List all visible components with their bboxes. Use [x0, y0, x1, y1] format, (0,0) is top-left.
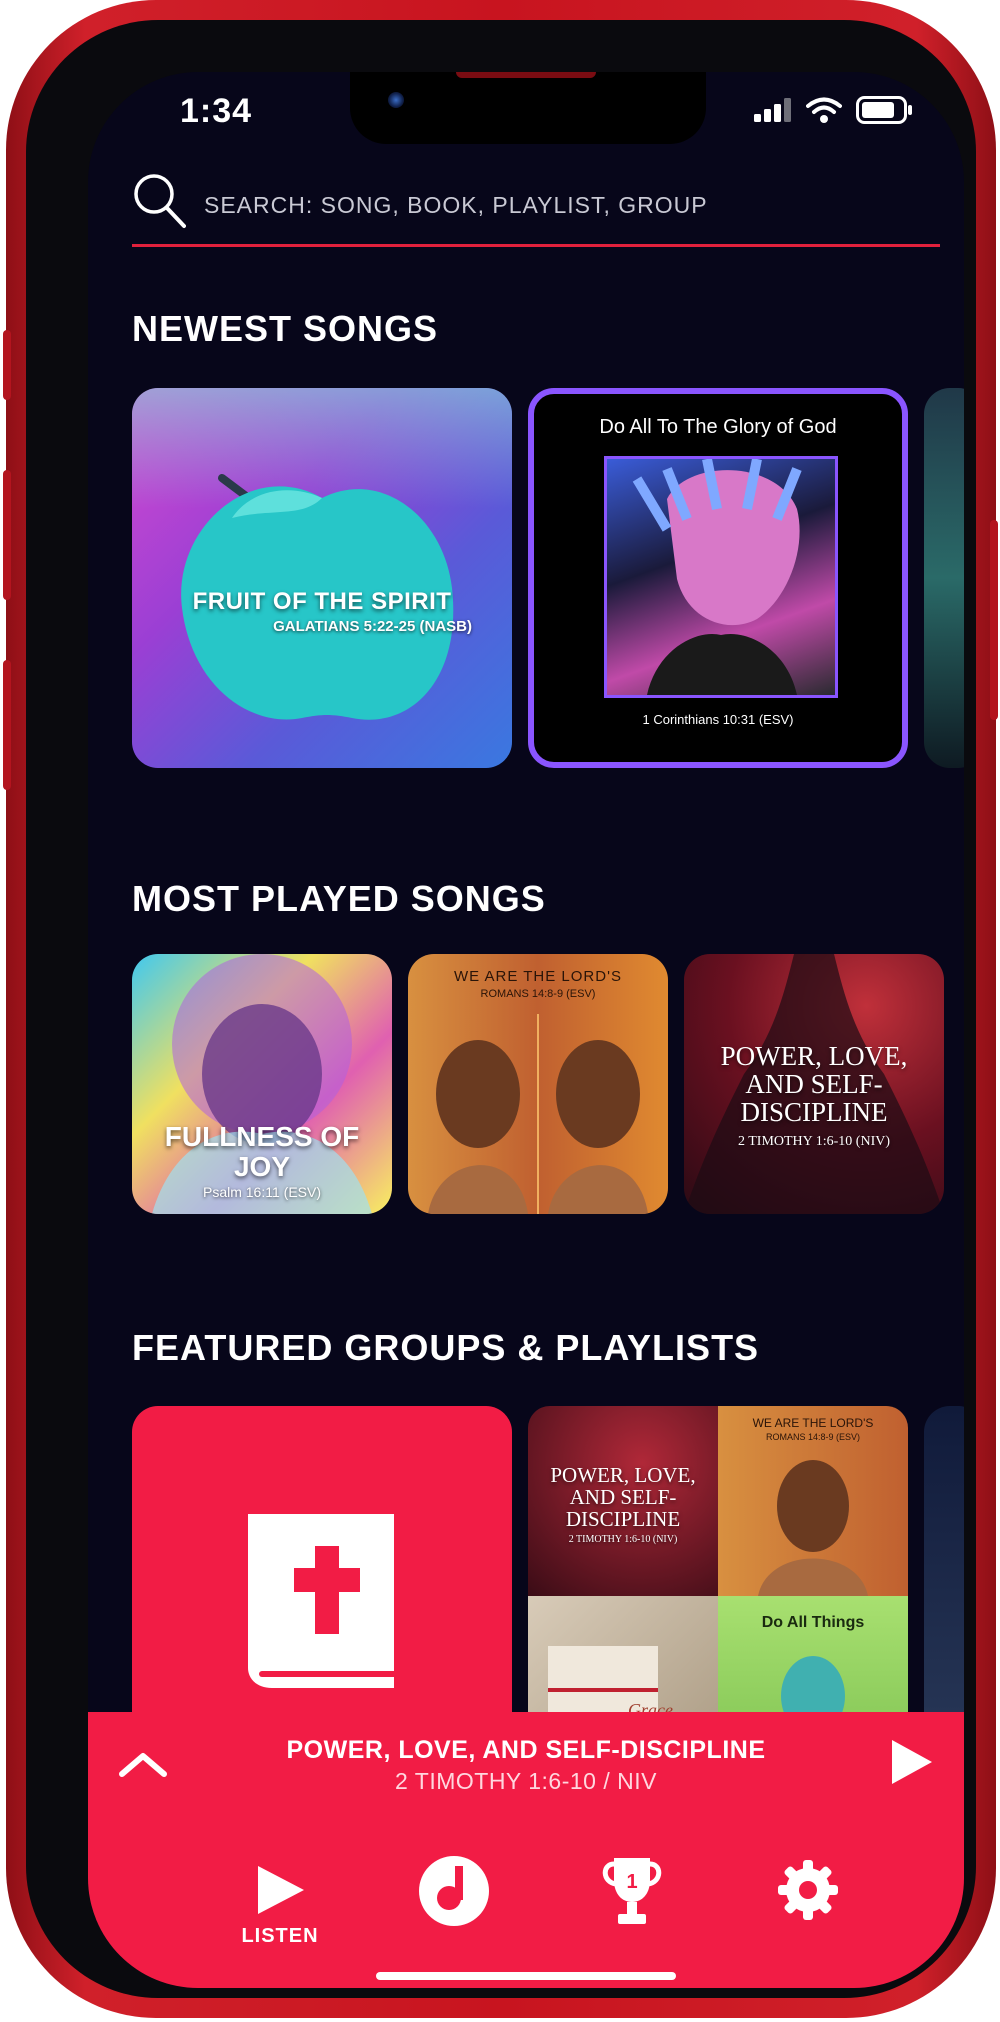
status-time: 1:34 [180, 92, 253, 130]
screen: 1:34 SEARCH: SONG, BOOK, PLAYLIST, GROUP… [88, 72, 964, 1988]
gear-icon [778, 1860, 838, 1920]
wifi-icon [806, 97, 842, 123]
portrait-art [758, 1460, 868, 1596]
now-playing-bar[interactable]: POWER, LOVE, AND SELF-DISCIPLINE 2 TIMOT… [88, 1712, 964, 1988]
phone-frame: 1:34 SEARCH: SONG, BOOK, PLAYLIST, GROUP… [3, 0, 998, 2018]
tab-label: LISTEN [241, 1925, 319, 1947]
music-note-icon [419, 1856, 489, 1926]
song-card[interactable]: FRUIT OF THE SPIRIT GALATIANS 5:22-25 (N… [132, 388, 512, 768]
play-icon[interactable] [890, 1738, 934, 1786]
svg-text:1: 1 [626, 1871, 637, 1893]
portrait-art [632, 458, 802, 695]
card-title: FRUIT OF THE SPIRIT [192, 588, 452, 615]
mute-switch [3, 330, 11, 400]
volume-up-button [3, 470, 11, 600]
battery-icon [856, 96, 912, 124]
card-title: WE ARE THE LORD'S [454, 968, 622, 985]
search-input[interactable]: SEARCH: SONG, BOOK, PLAYLIST, GROUP [204, 192, 708, 219]
card-title: POWER, LOVE, AND SELF-DISCIPLINE [720, 1041, 908, 1127]
bezel: 1:34 SEARCH: SONG, BOOK, PLAYLIST, GROUP… [26, 20, 976, 1998]
search-bar[interactable]: SEARCH: SONG, BOOK, PLAYLIST, GROUP [132, 170, 940, 247]
tile-title: Do All Things [761, 1614, 865, 1631]
card-title: Do All To The Glory of God [599, 416, 837, 438]
tab-music[interactable] [394, 1854, 514, 1933]
section-title-newest: NEWEST SONGS [132, 308, 439, 349]
playlist-tile: POWER, LOVE, AND SELF-DISCIPLINE 2 TIMOT… [528, 1406, 718, 1596]
card-art [604, 456, 838, 698]
playlist-tile: WE ARE THE LORD'S ROMANS 14:8-9 (ESV) [718, 1406, 908, 1596]
card-title: FULLNESS OF JOY [164, 1121, 360, 1182]
now-playing-title: POWER, LOVE, AND SELF-DISCIPLINE [286, 1736, 766, 1764]
card-reference: 1 Corinthians 10:31 (ESV) [642, 712, 794, 727]
section-title-featured: FEATURED GROUPS & PLAYLISTS [132, 1327, 760, 1368]
now-playing-subtitle: 2 TIMOTHY 1:6-10 / NIV [395, 1768, 657, 1794]
power-button [990, 520, 998, 720]
search-icon [134, 174, 186, 228]
song-card[interactable]: Do All To The Glory of God 1 Corinthians… [528, 388, 908, 768]
tab-trophy[interactable]: 1 [572, 1854, 692, 1933]
apple-art [181, 474, 454, 720]
home-indicator[interactable] [376, 1972, 676, 1980]
tile-reference: 2 TIMOTHY 1:6-10 (NIV) [568, 1534, 678, 1545]
play-icon [258, 1866, 304, 1914]
tile-title: POWER, LOVE, AND SELF-DISCIPLINE [550, 1463, 696, 1531]
volume-down-button [3, 660, 11, 790]
status-icons [754, 96, 914, 124]
camera [388, 92, 404, 108]
card-reference: ROMANS 14:8-9 (ESV) [480, 988, 596, 1000]
earpiece [456, 72, 596, 78]
card-reference: GALATIANS 5:22-25 (NASB) [273, 618, 472, 635]
song-card-partial[interactable] [924, 388, 964, 768]
song-card[interactable]: WE ARE THE LORD'S ROMANS 14:8-9 (ESV) [408, 954, 668, 1214]
section-title-most-played: MOST PLAYED SONGS [132, 878, 546, 919]
tab-listen[interactable]: LISTEN [220, 1862, 340, 1948]
card-reference: 2 TIMOTHY 1:6-10 (NIV) [737, 1134, 891, 1149]
song-card[interactable]: POWER, LOVE, AND SELF-DISCIPLINE 2 TIMOT… [684, 954, 944, 1214]
tab-settings[interactable] [748, 1858, 868, 1927]
trophy-icon: 1 [602, 1858, 662, 1924]
card-reference: Psalm 16:11 (ESV) [202, 1184, 321, 1200]
ribbon-art [548, 1688, 658, 1692]
signal-icon [754, 98, 791, 122]
portrait-art [428, 1014, 648, 1214]
song-card[interactable]: FULLNESS OF JOY Psalm 16:11 (ESV) [132, 954, 392, 1214]
tile-reference: ROMANS 14:8-9 (ESV) [765, 1432, 861, 1442]
tile-title: WE ARE THE LORD'S [752, 1416, 874, 1430]
notch [350, 72, 706, 144]
